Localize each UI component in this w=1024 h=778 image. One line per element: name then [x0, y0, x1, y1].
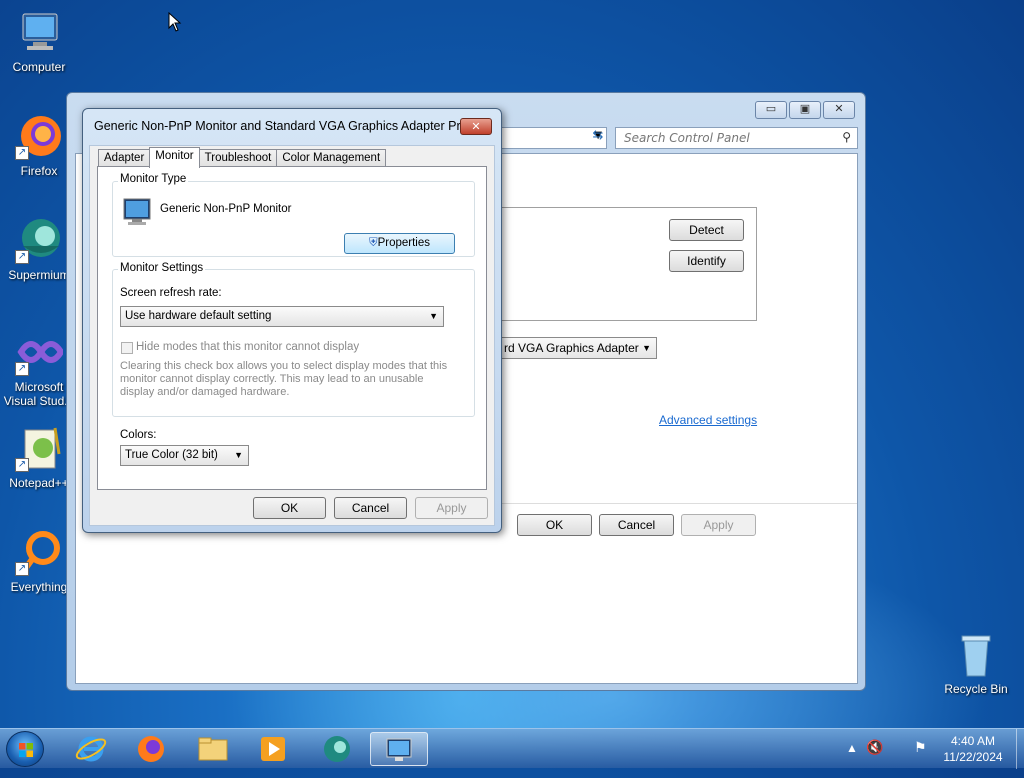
start-button[interactable]	[6, 731, 44, 767]
search-input[interactable]: Search Control Panel ⚲	[615, 127, 858, 149]
dialog-ok-button[interactable]: OK	[253, 497, 326, 519]
search-icon[interactable]: ⚲	[842, 130, 851, 144]
shortcut-arrow-icon: ↗	[15, 562, 29, 576]
properties-button-label: Properties	[377, 237, 431, 249]
maximize-button[interactable]: ▣	[789, 101, 821, 119]
refresh-rate-label: Screen refresh rate:	[120, 287, 222, 299]
system-clock[interactable]: 4:40 AM 11/22/2024	[930, 733, 1016, 765]
desktop-icon-supermium[interactable]: ↗ Supermium	[3, 216, 75, 282]
desktop-icon-firefox[interactable]: ↗ Firefox	[3, 112, 75, 178]
firefox-icon[interactable]	[124, 732, 178, 766]
detect-button[interactable]: Detect	[669, 219, 744, 241]
chevron-down-icon: ▼	[642, 343, 651, 353]
cp-apply-button[interactable]: Apply	[681, 514, 756, 536]
identify-button[interactable]: Identify	[669, 250, 744, 272]
computer-icon	[15, 8, 63, 56]
desktop-icon-everything[interactable]: ↗ Everything	[3, 528, 75, 594]
desktop-icon-recycle-bin[interactable]: Recycle Bin	[938, 630, 1014, 696]
file-explorer-icon[interactable]	[186, 732, 240, 766]
action-center-flag-icon[interactable]: ⚑	[914, 739, 927, 756]
clock-date: 11/22/2024	[943, 750, 1003, 764]
shortcut-arrow-icon: ↗	[15, 362, 29, 376]
desktop-icon-notepad-plus-plus[interactable]: ↗ Notepad++	[3, 424, 75, 490]
desktop-icon-label: Microsoft Visual Stud...	[3, 380, 75, 408]
media-player-icon[interactable]	[246, 732, 300, 766]
monitor-icon	[123, 198, 151, 225]
uac-shield-icon: ⛨	[368, 237, 378, 249]
refresh-rate-value: Use hardware default setting	[125, 310, 272, 322]
colors-value: True Color (32 bit)	[125, 449, 218, 461]
show-desktop-button[interactable]	[1016, 729, 1024, 769]
mouse-cursor-icon	[168, 12, 182, 32]
windows-logo-icon	[19, 743, 33, 757]
desktop-icon-label: Firefox	[20, 164, 58, 178]
window-controls: ▭ ▣ ✕	[755, 101, 855, 119]
clock-time: 4:40 AM	[950, 734, 996, 748]
taskbar: ▲ 🔇 ⚑ 4:40 AM 11/22/2024	[0, 728, 1024, 769]
monitor-properties-dialog: Generic Non-PnP Monitor and Standard VGA…	[82, 108, 502, 533]
everything-icon: ↗	[15, 528, 63, 576]
cp-cancel-button[interactable]: Cancel	[599, 514, 674, 536]
supermium-icon[interactable]	[310, 732, 364, 766]
internet-explorer-icon[interactable]	[64, 732, 118, 766]
notepad-plus-plus-icon: ↗	[15, 424, 63, 472]
dialog-body: Adapter Monitor Troubleshoot Color Manag…	[89, 145, 495, 526]
desktop-icon-computer[interactable]: Computer	[3, 8, 75, 74]
colors-select[interactable]: True Color (32 bit) ▼	[120, 445, 249, 466]
monitor-name: Generic Non-PnP Monitor	[160, 203, 292, 215]
show-hidden-icons-button[interactable]: ▲	[846, 741, 858, 755]
desktop-icon-label: Recycle Bin	[944, 682, 1008, 696]
recycle-bin-icon	[952, 630, 1000, 678]
supermium-icon: ↗	[15, 216, 63, 264]
refresh-icon[interactable]: ⇆	[587, 128, 609, 148]
cp-ok-button[interactable]: OK	[517, 514, 592, 536]
dialog-cancel-button[interactable]: Cancel	[334, 497, 407, 519]
hide-modes-description: Clearing this check box allows you to se…	[120, 360, 448, 398]
search-placeholder: Search Control Panel	[624, 131, 750, 145]
display-settings-icon[interactable]	[370, 732, 428, 766]
monitor-settings-label: Monitor Settings	[118, 262, 206, 274]
visual-studio-icon: ↗	[15, 328, 65, 376]
monitor-type-label: Monitor Type	[118, 173, 189, 185]
monitor-tab-page: Monitor Type Generic Non-PnP Monitor ⛨Pr…	[97, 166, 487, 490]
properties-button[interactable]: ⛨Properties	[344, 233, 455, 254]
tab-monitor[interactable]: Monitor	[149, 147, 200, 168]
refresh-rate-select[interactable]: Use hardware default setting ▼	[120, 306, 444, 327]
divider	[497, 503, 857, 504]
chevron-down-icon: ▼	[429, 311, 438, 321]
desktop-icon-visual-studio[interactable]: ↗ Microsoft Visual Stud...	[3, 328, 75, 408]
desktop-icon-label: Computer	[12, 60, 66, 74]
hide-modes-label: Hide modes that this monitor cannot disp…	[136, 341, 360, 353]
advanced-settings-link[interactable]: Advanced settings	[659, 413, 757, 427]
shortcut-arrow-icon: ↗	[15, 458, 29, 472]
adapter-select[interactable]: rd VGA Graphics Adapter ▼	[497, 337, 657, 359]
adapter-select-value: rd VGA Graphics Adapter	[504, 341, 639, 355]
desktop-icon-label: Notepad++	[9, 476, 69, 490]
hide-modes-checkbox[interactable]	[121, 342, 133, 354]
close-button[interactable]: ✕	[823, 101, 855, 119]
desktop-icon-label: Supermium	[8, 268, 70, 282]
colors-label: Colors:	[120, 429, 157, 441]
chevron-down-icon: ▼	[234, 450, 243, 460]
shortcut-arrow-icon: ↗	[15, 146, 29, 160]
shortcut-arrow-icon: ↗	[15, 250, 29, 264]
desktop: Computer ↗ Firefox ↗ Supermium ↗ Microso…	[0, 0, 1024, 728]
dialog-apply-button[interactable]: Apply	[415, 497, 488, 519]
volume-muted-icon[interactable]: 🔇	[866, 739, 883, 756]
desktop-icon-label: Everything	[10, 580, 68, 594]
firefox-icon: ↗	[15, 112, 63, 160]
dialog-title: Generic Non-PnP Monitor and Standard VGA…	[94, 119, 479, 133]
minimize-button[interactable]: ▭	[755, 101, 787, 119]
dialog-close-button[interactable]: ✕	[460, 118, 492, 135]
